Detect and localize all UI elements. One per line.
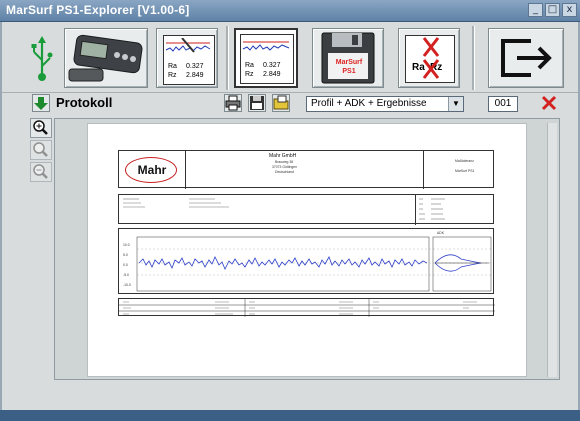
chevron-down-icon[interactable]: ▼ bbox=[448, 97, 463, 111]
protocol-button[interactable]: Ra 0.327 Rz 2.849 bbox=[234, 28, 298, 88]
zoom-out-icon bbox=[33, 164, 48, 179]
results-panel: Ra 0.327 Rz 2.849 bbox=[163, 35, 215, 85]
floppy-disk-icon bbox=[321, 32, 375, 84]
results-table bbox=[118, 298, 495, 317]
save-to-device-button[interactable]: MarSurf PS1 bbox=[312, 28, 384, 88]
company-line-3: Deutschland bbox=[275, 170, 294, 174]
delete-results-button[interactable]: Ra Rz bbox=[398, 28, 460, 88]
protocol-layout-select[interactable]: Profil + ADK + Ergebnisse ▼ bbox=[306, 96, 464, 112]
zoom-in-button[interactable] bbox=[30, 118, 52, 138]
company-line-2: 37073 Göttingen bbox=[272, 165, 298, 169]
main-window: Ra 0.327 Rz 2.849 Ra 0.327 Rz 2.849 MarS… bbox=[0, 22, 580, 410]
save-button[interactable] bbox=[248, 94, 266, 112]
page-number-field[interactable]: 001 bbox=[488, 96, 518, 112]
close-window-button[interactable]: x bbox=[562, 3, 577, 17]
zoom-fit-button[interactable] bbox=[30, 140, 52, 160]
usb-button[interactable] bbox=[28, 36, 56, 82]
folder-icon bbox=[273, 95, 289, 110]
ra-label: Ra bbox=[168, 63, 177, 70]
floppy-label-bottom: PS1 bbox=[342, 68, 356, 75]
open-button[interactable] bbox=[272, 94, 290, 112]
zoom-out-button[interactable] bbox=[30, 162, 52, 182]
delete-panel: Ra Rz bbox=[405, 35, 455, 83]
right-header-2: MarSurf PS1 bbox=[455, 169, 475, 173]
floppy-label-top: MarSurf bbox=[335, 59, 363, 66]
close-x-icon bbox=[541, 95, 557, 111]
protocol-label: Protokoll bbox=[56, 95, 113, 110]
profile-chart: 10.0 5.0 0.0 -5.0 -10.0 ADK bbox=[118, 228, 494, 294]
toolbar-separator-2 bbox=[472, 26, 475, 90]
report-page: Mahr Mahr GmbH Brauweg 38 37073 Göttinge… bbox=[87, 123, 527, 377]
toolbar-separator bbox=[226, 26, 229, 90]
protocol-panel: Ra 0.327 Rz 2.849 bbox=[240, 34, 294, 84]
protocol-toolbar: Protokoll Profil + ADK + Ergebnisse ▼ 00… bbox=[2, 92, 578, 114]
profile-mini-icon bbox=[165, 38, 211, 53]
logo-text: Mahr bbox=[137, 163, 167, 177]
device-button[interactable] bbox=[64, 28, 148, 88]
protocol-rz-label: Rz bbox=[245, 71, 254, 78]
title-bar: MarSurf PS1-Explorer [V1.00-6] _ □ x bbox=[0, 0, 580, 22]
company-name: Mahr GmbH bbox=[269, 153, 297, 159]
floppy-icon bbox=[250, 96, 264, 110]
company-line-1: Brauweg 38 bbox=[275, 160, 294, 164]
close-protocol-button[interactable] bbox=[540, 94, 558, 112]
ra-value: 0.327 bbox=[186, 63, 204, 70]
zoom-in-icon bbox=[33, 120, 48, 135]
protocol-profile-icon bbox=[242, 41, 290, 51]
device-icon bbox=[68, 34, 143, 82]
info-text-lines bbox=[123, 198, 445, 220]
exit-button[interactable] bbox=[488, 28, 564, 88]
arrow-down-icon bbox=[34, 97, 48, 110]
status-bar bbox=[0, 410, 580, 421]
print-button[interactable] bbox=[224, 94, 242, 112]
protocol-rz-value: 2.849 bbox=[263, 71, 281, 78]
results-lines bbox=[119, 299, 495, 317]
vertical-scrollbar[interactable] bbox=[547, 123, 557, 377]
right-header-1: Maßtoleranz bbox=[455, 159, 474, 163]
red-x-icon bbox=[422, 37, 440, 79]
measurement-results-button[interactable]: Ra 0.327 Rz 2.849 bbox=[156, 28, 218, 88]
usb-icon bbox=[31, 36, 53, 81]
rz-label: Rz bbox=[168, 72, 177, 79]
report-header: Mahr Mahr GmbH Brauweg 38 37073 Göttinge… bbox=[118, 150, 494, 189]
protocol-ra-label: Ra bbox=[245, 62, 254, 69]
roughness-profile bbox=[136, 236, 492, 292]
maximize-button[interactable]: □ bbox=[545, 3, 560, 17]
download-button[interactable] bbox=[32, 94, 50, 112]
print-preview[interactable]: Mahr Mahr GmbH Brauweg 38 37073 Göttinge… bbox=[54, 118, 560, 380]
header-divider bbox=[185, 151, 186, 189]
select-value: Profil + ADK + Ergebnisse bbox=[311, 98, 427, 109]
exit-icon bbox=[501, 39, 552, 77]
protocol-ra-value: 0.327 bbox=[263, 62, 281, 69]
header-divider-2 bbox=[423, 151, 424, 189]
info-block bbox=[118, 194, 494, 225]
minimize-button[interactable]: _ bbox=[528, 3, 543, 17]
rz-value: 2.849 bbox=[186, 72, 204, 79]
window-title: MarSurf PS1-Explorer [V1.00-6] bbox=[6, 3, 190, 17]
printer-icon bbox=[225, 95, 241, 111]
mahr-logo: Mahr bbox=[125, 157, 177, 183]
zoom-fit-icon bbox=[33, 142, 48, 157]
